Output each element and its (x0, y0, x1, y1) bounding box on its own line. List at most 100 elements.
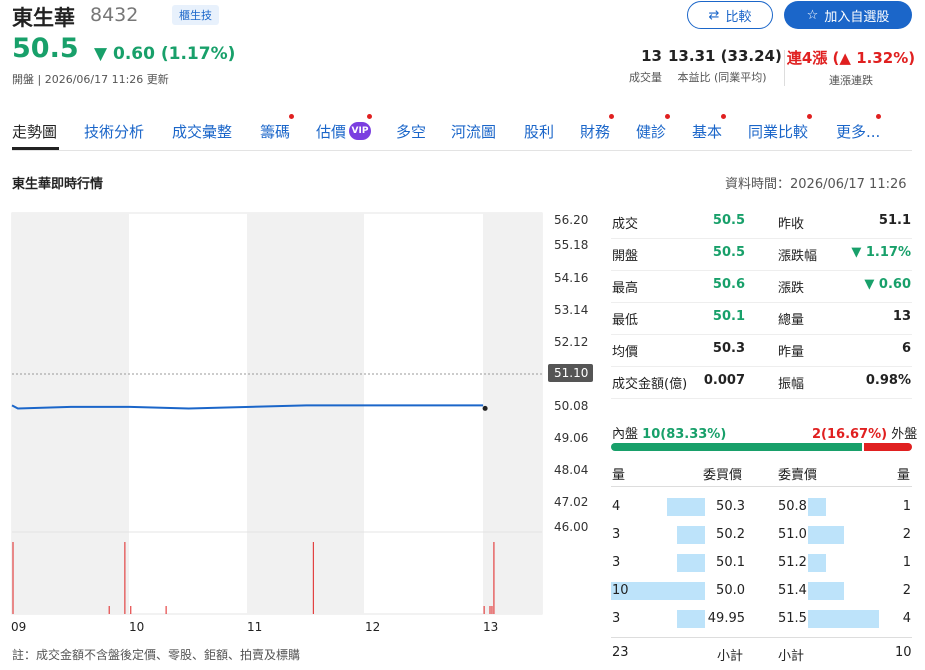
quote-label-left: 最高 (612, 281, 639, 296)
down-arrow-icon: ▼ (94, 44, 108, 64)
down-arrow-icon: ▼ (864, 277, 879, 292)
volume-stat: 13 成交量 (629, 47, 662, 84)
tab-basic-dot (721, 114, 726, 119)
y-tick-3: 53.14 (554, 303, 589, 317)
y-tick-7: 49.06 (554, 431, 589, 445)
bid-qty: 3 (612, 527, 621, 542)
quote-value-left: 50.3 (712, 341, 745, 356)
quote-label-left: 最低 (612, 313, 639, 328)
ask-price[interactable]: 50.8 (778, 499, 807, 514)
tab-more-dot (876, 114, 881, 119)
quote-value-right: ▼ 0.60 (864, 277, 911, 292)
quote-label-right: 漲跌幅 (778, 249, 818, 264)
ob-header-bid: 委買價 (703, 468, 743, 483)
add-watchlist-button[interactable]: ☆ 加入自選股 (784, 1, 912, 29)
x-tick-10: 10 (129, 620, 145, 634)
ask-bar (808, 582, 844, 600)
quote-label-right: 振幅 (778, 377, 805, 392)
bid-subtotal-label: 小計 (717, 649, 744, 664)
section-title: 東生華即時行情 (12, 177, 104, 192)
tab-trades[interactable]: 成交彙整 (172, 121, 232, 142)
quote-label-left: 成交金額(億) (612, 377, 688, 392)
tab-basic[interactable]: 基本 (692, 121, 722, 142)
y-tick-8: 48.04 (554, 463, 589, 477)
quote-value-left: 50.5 (712, 245, 745, 260)
bid-qty: 10 (612, 583, 629, 598)
tab-peer[interactable]: 同業比較 (748, 121, 808, 142)
tab-finance[interactable]: 財務 (580, 121, 610, 142)
quote-value-right: ▼ 1.17% (851, 245, 911, 260)
quote-label-left: 成交 (612, 217, 639, 232)
stock-name: 東生華 (12, 6, 75, 30)
tab-diagnosis[interactable]: 健診 (636, 121, 666, 142)
tabs-divider (12, 150, 912, 151)
ask-price[interactable]: 51.5 (778, 611, 807, 626)
ask-qty: 4 (902, 611, 911, 626)
pe-stat: 13.31 (33.24) 本益比 (同業平均) (668, 47, 782, 84)
inner-label: 內盤 10(83.33%) (612, 427, 727, 442)
ask-price[interactable]: 51.2 (778, 555, 807, 570)
quote-row-divider (611, 302, 912, 303)
outer-label: 2(16.67%) 外盤 (812, 427, 918, 442)
shade-09 (12, 213, 129, 614)
ask-bar (808, 526, 844, 544)
star-icon: ☆ (806, 7, 819, 23)
bid-price[interactable]: 50.2 (705, 527, 745, 542)
tab-chips[interactable]: 籌碼 (260, 121, 290, 142)
industry-badge[interactable]: 櫃生技 (172, 5, 219, 25)
header-divider (784, 50, 785, 86)
tab-technical[interactable]: 技術分析 (84, 121, 144, 142)
ask-price[interactable]: 51.4 (778, 583, 807, 598)
bid-total: 23 (612, 645, 629, 660)
ask-price[interactable]: 51.0 (778, 527, 807, 542)
tab-dividend[interactable]: 股利 (524, 121, 554, 142)
tab-valuation[interactable]: 估價 (316, 121, 346, 142)
bid-bar (667, 498, 705, 516)
quote-row-divider (611, 334, 912, 335)
bid-price[interactable]: 50.1 (705, 555, 745, 570)
x-tick-11: 11 (247, 620, 263, 634)
bid-qty: 3 (612, 611, 621, 626)
quote-row-divider (611, 366, 912, 367)
streak-stat: 連4漲 (▲ 1.32%) 連漲連跌 (786, 49, 916, 87)
quote-row-divider (611, 270, 912, 271)
tab-chips-dot (289, 114, 294, 119)
ask-qty: 1 (902, 499, 911, 514)
tab-more[interactable]: 更多... (836, 121, 880, 142)
tab-valuation-dot (367, 114, 372, 119)
ask-qty: 2 (902, 527, 911, 542)
bid-bar (677, 610, 705, 628)
price-change: ▼ 0.60 (1.17%) (94, 44, 236, 64)
bid-price[interactable]: 49.95 (705, 611, 745, 626)
x-tick-13: 13 (483, 620, 499, 634)
bid-price[interactable]: 50.3 (705, 499, 745, 514)
bid-qty: 3 (612, 555, 621, 570)
quote-value-right: 6 (901, 341, 911, 356)
y-tick-0: 56.20 (554, 213, 589, 227)
quote-label-left: 開盤 (612, 249, 639, 264)
tab-longshort[interactable]: 多空 (396, 121, 426, 142)
quote-value-right: 13 (892, 309, 911, 324)
quote-value-left: 50.1 (712, 309, 745, 324)
ob-header-ask: 委賣價 (778, 468, 818, 483)
ask-subtotal-label: 小計 (778, 649, 805, 664)
quote-label-left: 均價 (612, 345, 639, 360)
tab-river[interactable]: 河流圖 (451, 121, 496, 142)
ask-bar (808, 554, 826, 572)
quote-label-right: 總量 (778, 313, 805, 328)
compare-icon: ⇄ (708, 7, 720, 23)
quote-value-left: 50.5 (712, 213, 745, 228)
ask-qty: 2 (902, 583, 911, 598)
y-tick-9: 47.02 (554, 495, 589, 509)
bid-price[interactable]: 50.0 (705, 583, 745, 598)
tab-trend[interactable]: 走勢圖 (12, 121, 57, 142)
data-time: 資料時間：2026/06/17 11:26 (725, 177, 907, 192)
y-tick-6: 50.08 (554, 399, 589, 413)
compare-button[interactable]: ⇄ 比較 (687, 1, 773, 29)
up-arrow-icon: ▲ (839, 49, 851, 67)
ask-bar (808, 498, 826, 516)
status-line: 開盤 | 2026/06/17 11:26 更新 (12, 73, 169, 86)
ask-qty: 1 (902, 555, 911, 570)
down-arrow-icon: ▼ (851, 245, 866, 260)
inout-bar-inner (611, 443, 862, 451)
